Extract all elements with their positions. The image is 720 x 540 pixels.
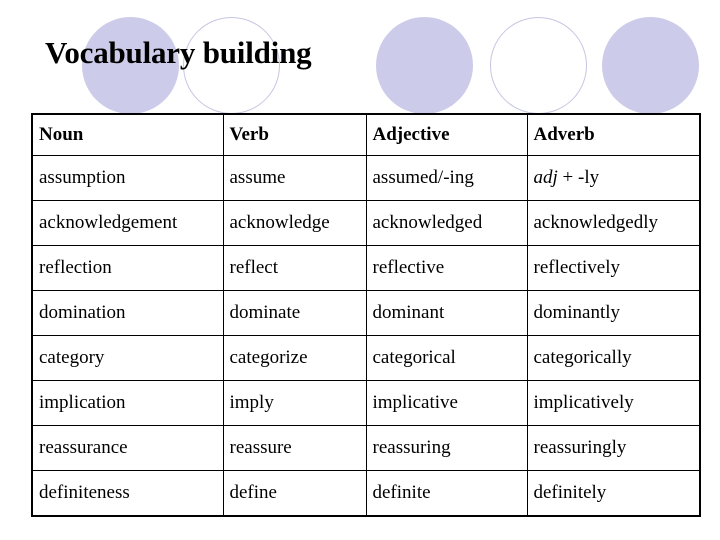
cell-noun: assumption — [31, 155, 224, 201]
table-row: acknowledgement acknowledge acknowledged ac… — [31, 200, 701, 246]
cell-verb: define — [222, 470, 367, 517]
cell-noun: definiteness — [31, 470, 224, 517]
cell-adjective: categorical — [365, 335, 528, 381]
table-row: definiteness define definite definitely — [31, 470, 701, 517]
table-row: implication imply implicative implicatively — [31, 380, 701, 426]
table-row: reflection reflect reflective reflectively — [31, 245, 701, 291]
cell-adjective: assumed/-ing — [365, 155, 528, 201]
cell-verb: dominate — [222, 290, 367, 336]
cell-noun: domination — [31, 290, 224, 336]
cell-adverb: categorically — [526, 335, 701, 381]
adverb-suffix-token: + -ly — [557, 167, 600, 188]
column-header-verb: Verb — [222, 113, 367, 156]
cell-adverb: reflectively — [526, 245, 701, 291]
cell-adverb: adj + -ly — [526, 155, 701, 201]
table-row: domination dominate dominant dominantly — [31, 290, 701, 336]
table-header-row: Noun Verb Adjective Adverb — [31, 113, 701, 156]
cell-noun: acknowledgement — [31, 200, 224, 246]
table-header: Noun Verb Adjective Adverb — [31, 113, 701, 156]
adverb-italic-token: adj — [533, 167, 558, 188]
cell-verb: categorize — [222, 335, 367, 381]
table-row: category categorize categorical categorical… — [31, 335, 701, 381]
cell-adverb: implicatively — [526, 380, 701, 426]
column-header-adjective: Adjective — [365, 113, 528, 156]
column-header-noun: Noun — [31, 113, 224, 156]
cell-adverb: reassuringly — [526, 425, 701, 471]
cell-verb: reflect — [222, 245, 367, 291]
cell-adjective: reassuring — [365, 425, 528, 471]
cell-adjective: definite — [365, 470, 528, 517]
cell-adjective: reflective — [365, 245, 528, 291]
cell-adjective: dominant — [365, 290, 528, 336]
column-header-adverb: Adverb — [526, 113, 701, 156]
cell-verb: imply — [222, 380, 367, 426]
table-row: assumption assume assumed/-ing adj + -ly — [31, 155, 701, 201]
slide: Vocabulary building Noun Verb Adjective … — [0, 0, 720, 540]
cell-adverb: definitely — [526, 470, 701, 517]
cell-adverb: dominantly — [526, 290, 701, 336]
table-row: reassurance reassure reassuring reassuringl… — [31, 425, 701, 471]
cell-verb: acknowledge — [222, 200, 367, 246]
vocabulary-table: Noun Verb Adjective Adverb assumption ass… — [31, 113, 701, 517]
cell-verb: reassure — [222, 425, 367, 471]
cell-adjective: acknowledged — [365, 200, 528, 246]
cell-noun: reassurance — [31, 425, 224, 471]
cell-verb: assume — [222, 155, 367, 201]
page-title: Vocabulary building — [45, 35, 312, 70]
table-body: assumption assume assumed/-ing adj + -ly ack… — [31, 155, 701, 517]
cell-adverb: acknowledgedly — [526, 200, 701, 246]
cell-noun: implication — [31, 380, 224, 426]
cell-noun: category — [31, 335, 224, 381]
cell-adjective: implicative — [365, 380, 528, 426]
cell-noun: reflection — [31, 245, 224, 291]
